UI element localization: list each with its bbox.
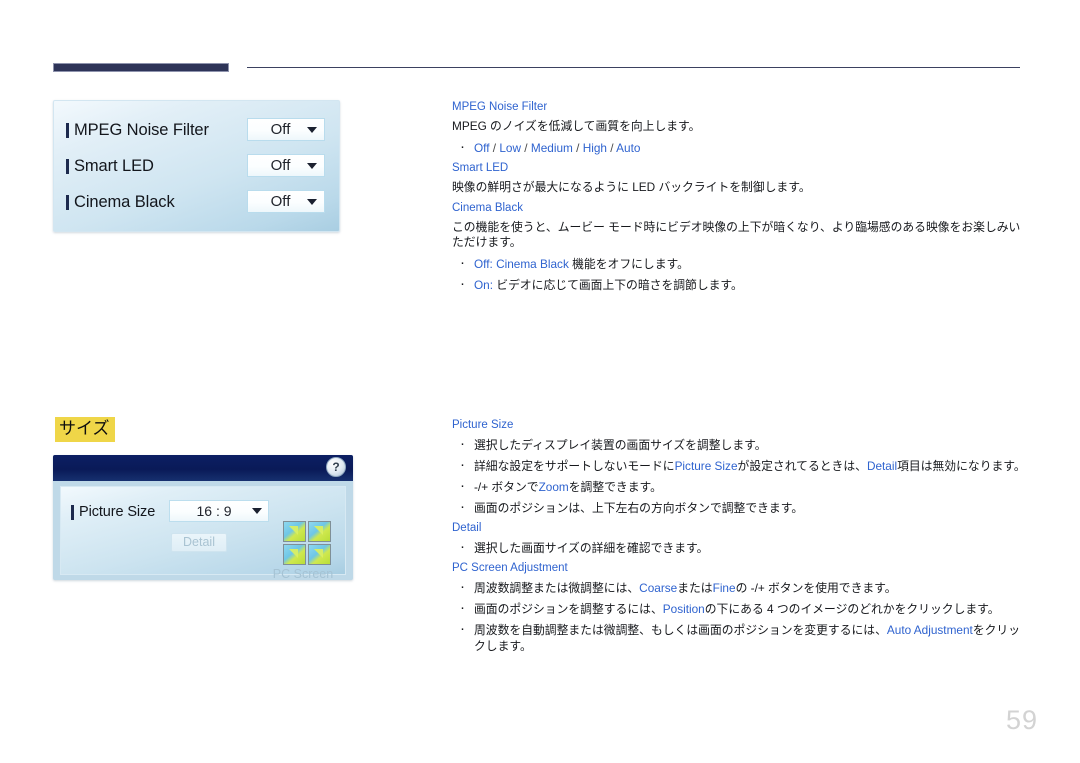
doc-text: 選択したディスプレイ装置の画面サイズを調整します。 <box>474 438 767 452</box>
doc-heading: Smart LED <box>452 162 509 174</box>
doc-text: が設定されてるときは、 <box>737 459 867 473</box>
doc-paragraph: この機能を使うと、ムービー モード時にビデオ映像の上下が暗くなり、より臨場感のあ… <box>452 220 1021 249</box>
doc-heading: Picture Size <box>452 419 514 431</box>
doc-bullet: 画面のポジションは、上下左右の方向ボタンで調整できます。 <box>452 499 1030 516</box>
osd-dropdown-smart-led[interactable]: Off <box>247 154 325 177</box>
doc-bullet: -/+ ボタンでZoomを調整できます。 <box>452 478 1030 495</box>
doc-bullet: Off / Low / Medium / High / Auto <box>452 139 1030 156</box>
doc-term: Auto <box>616 141 641 155</box>
doc-text: 項目は無効になります。 <box>897 459 1026 473</box>
doc-text: ビデオに応じて画面上下の暗さを調節します。 <box>493 278 743 292</box>
position-tile-top-left-icon[interactable] <box>283 521 306 542</box>
chevron-down-icon <box>307 162 317 169</box>
doc-term: Off <box>474 141 490 155</box>
doc-term: On: <box>474 278 494 292</box>
doc-bullet: 詳細な設定をサポートしないモードにPicture Sizeが設定されてるときは、… <box>452 457 1030 474</box>
section-heading-size: サイズ <box>55 417 115 442</box>
doc-paragraph: MPEG のノイズを低減して画質を向上します。 <box>452 119 701 133</box>
doc-text: 周波数を自動調整または微調整、もしくは画面のポジションを変更するには、 <box>474 623 887 637</box>
pc-screen-adjustment-label: PC Screen Adjustment <box>272 567 334 580</box>
doc-text: 選択した画面サイズの詳細を確認できます。 <box>474 541 709 555</box>
osd-dropdown-value: 16 : 9 <box>196 503 232 519</box>
doc-text: 機能をオフにします。 <box>568 257 689 271</box>
osd-dropdown-cinema-black[interactable]: Off <box>247 190 325 213</box>
doc-bullet: Off: Cinema Black 機能をオフにします。 <box>452 255 1030 272</box>
osd-dropdown-value: Off <box>270 121 291 138</box>
doc-bullet: 周波数を自動調整または微調整、もしくは画面のポジションを変更するには、Auto … <box>452 621 1030 654</box>
osd-dropdown-value: Off <box>270 157 291 174</box>
doc-term: High <box>582 141 607 155</box>
doc-text: 詳細な設定をサポートしないモードに <box>474 459 675 473</box>
doc-text: の -/+ ボタンを使用できます。 <box>735 581 897 595</box>
osd-label-cinema-black: Cinema Black <box>74 192 175 211</box>
doc-heading: PC Screen Adjustment <box>452 562 568 574</box>
header-accent-bar <box>53 63 229 72</box>
bullet-marker-icon <box>66 122 69 138</box>
osd-dropdown-value: Off <box>270 193 291 210</box>
bullet-marker-icon <box>66 194 69 210</box>
osd-row-smart-led: Smart LED Off <box>66 151 325 181</box>
doc-text: / <box>606 141 617 155</box>
bullet-marker-icon <box>66 158 69 174</box>
doc-heading: Cinema Black <box>452 202 523 214</box>
doc-term: Zoom <box>538 480 569 494</box>
position-tile-bottom-right-icon[interactable] <box>308 544 331 565</box>
osd-label-mpeg-noise-filter: MPEG Noise Filter <box>74 120 209 139</box>
doc-text: / <box>521 141 531 155</box>
doc-heading: MPEG Noise Filter <box>452 101 548 113</box>
doc-paragraph: 映像の鮮明さが最大になるように LED バックライトを制御します。 <box>452 180 811 194</box>
doc-text: または <box>677 581 713 595</box>
doc-bullet: On: ビデオに応じて画面上下の暗さを調節します。 <box>452 276 1030 293</box>
doc-term: Detail <box>866 459 898 473</box>
doc-bullet: 画面のポジションを調整するには、Positionの下にある 4 つのイメージのど… <box>452 600 1030 617</box>
osd-dropdown-mpeg-noise-filter[interactable]: Off <box>247 118 325 141</box>
doc-term: Auto Adjustment <box>886 623 973 637</box>
doc-text: を調整できます。 <box>568 480 662 494</box>
osd-label-picture-size: Picture Size <box>79 504 156 520</box>
osd-dropdown-picture-size[interactable]: 16 : 9 <box>169 500 269 522</box>
doc-bullet: 周波数調整または微調整には、CoarseまたはFineの -/+ ボタンを使用で… <box>452 579 1030 596</box>
doc-term: Off: Cinema Black <box>474 257 569 271</box>
documentation-block-picture-options: MPEG Noise Filter MPEG のノイズを低減して画質を向上します。… <box>452 100 1030 298</box>
header-divider-line <box>247 67 1020 68</box>
osd-titlebar <box>53 455 353 481</box>
picture-options-osd: MPEG Noise Filter Off Smart LED Off Cine… <box>53 100 340 232</box>
osd-row-mpeg-noise-filter: MPEG Noise Filter Off <box>66 115 325 145</box>
pc-screen-adjustment-position-grid[interactable] <box>283 521 331 565</box>
doc-text: -/+ ボタンで <box>474 480 539 494</box>
doc-bullet: 選択したディスプレイ装置の画面サイズを調整します。 <box>452 436 1030 453</box>
doc-bullet: 選択した画面サイズの詳細を確認できます。 <box>452 539 1030 556</box>
doc-term: Position <box>662 602 705 616</box>
doc-term: Low <box>499 141 522 155</box>
chevron-down-icon <box>252 508 262 514</box>
doc-text: 画面のポジションを調整するには、 <box>474 602 663 616</box>
bullet-marker-icon <box>71 504 74 520</box>
chevron-down-icon <box>307 198 317 205</box>
picture-size-osd: ? Picture Size 16 : 9 Detail PC Screen A… <box>53 455 353 580</box>
page-header-rule <box>53 63 1020 75</box>
documentation-block-size: Picture Size選択したディスプレイ装置の画面サイズを調整します。詳細な… <box>452 418 1030 659</box>
position-tile-top-right-icon[interactable] <box>308 521 331 542</box>
chevron-down-icon <box>307 126 317 133</box>
doc-text: 画面のポジションは、上下左右の方向ボタンで調整できます。 <box>474 501 804 515</box>
osd-body: Picture Size 16 : 9 Detail PC Screen Adj… <box>60 486 346 580</box>
doc-text: / <box>489 141 500 155</box>
detail-button[interactable]: Detail <box>171 533 227 552</box>
position-tile-bottom-left-icon[interactable] <box>283 544 306 565</box>
doc-term: Picture Size <box>674 459 738 473</box>
osd-label-smart-led: Smart LED <box>74 156 154 175</box>
doc-term: Coarse <box>639 581 678 595</box>
help-icon[interactable]: ? <box>326 457 346 477</box>
doc-term: Medium <box>530 141 573 155</box>
doc-text: 周波数調整または微調整には、 <box>474 581 640 595</box>
doc-text: の下にある 4 つのイメージのどれかをクリックします。 <box>704 602 1000 616</box>
osd-row-cinema-black: Cinema Black Off <box>66 187 325 217</box>
doc-term: Fine <box>712 581 736 595</box>
doc-text: / <box>572 141 583 155</box>
page-number: 59 <box>1005 705 1038 735</box>
doc-heading: Detail <box>452 522 482 534</box>
